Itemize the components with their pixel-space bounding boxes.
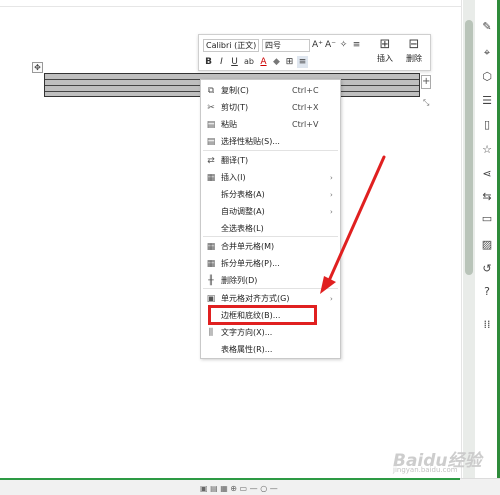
image-icon[interactable]: ▨ (480, 238, 494, 252)
menu-item-shortcut: Ctrl+X (292, 103, 319, 112)
menu-item[interactable]: ⧉ 复制(C) Ctrl+C (201, 82, 340, 99)
status-controls[interactable]: ▣ ▤ ▦ ⊕ ▭ — ○ — (200, 484, 278, 493)
pen-icon[interactable]: ✎ (480, 20, 494, 34)
menu-item-label: 拆分表格(A) (221, 190, 265, 199)
menu-item-label: 插入(I) (221, 173, 246, 182)
resize-icon[interactable]: ⤡ (423, 98, 432, 107)
grid-icon[interactable]: ⁞⁞ (480, 318, 494, 332)
copy-icon: ⧉ (207, 85, 215, 96)
menu-separator (203, 288, 338, 289)
submenu-arrow-icon: › (330, 294, 333, 303)
annotation-highlight-box (208, 305, 317, 325)
italic-icon[interactable]: I (216, 56, 227, 68)
menu-item-shortcut: Ctrl+C (292, 86, 319, 95)
paste-icon: ▤ (206, 119, 216, 130)
menu-item-label: 复制(C) (221, 86, 249, 95)
menu-item[interactable]: ✂ 剪切(T) Ctrl+X (201, 99, 340, 116)
watermark-url: jingyan.baidu.com (393, 466, 458, 474)
submenu-arrow-icon: › (330, 190, 333, 199)
doc-icon[interactable]: ▯ (480, 118, 494, 132)
font-size-select[interactable]: 四号 (262, 38, 310, 52)
menu-item-label: 剪切(T) (221, 103, 249, 112)
delete-label: 删除 (406, 54, 422, 63)
menu-item[interactable]: ⇄ 翻译(T) (201, 152, 340, 169)
archive-icon[interactable]: ▭ (480, 212, 494, 226)
menu-item[interactable]: 拆分表格(A) › (201, 186, 340, 203)
menu-item-label: 选择性粘贴(S)... (221, 137, 280, 146)
compare-icon[interactable]: ⇆ (480, 190, 494, 204)
toolbar-row-font: Calibri (正文) 四号 A⁺ A⁻ ✧ ≡ (203, 38, 362, 52)
menu-item-label: 删除列(D) (221, 276, 258, 285)
star-icon[interactable]: ☆ (480, 143, 494, 157)
menu-item-label: 自动调整(A) (221, 207, 265, 216)
submenu-arrow-icon: › (330, 207, 333, 216)
menu-item-label: 翻译(T) (221, 156, 249, 165)
shapes-icon[interactable]: ⬡ (480, 70, 494, 84)
grow-font-icon[interactable]: A⁺ (312, 39, 323, 51)
insert-button[interactable]: ⊞ 插入 (371, 37, 399, 70)
menu-separator (203, 236, 338, 237)
format-painter-icon[interactable]: ✧ (338, 39, 349, 51)
history-icon[interactable]: ↺ (480, 262, 494, 276)
help-icon[interactable]: ? (480, 285, 494, 299)
delete-column-icon: ╫ (208, 275, 214, 286)
translate-icon: ⇄ (207, 155, 215, 166)
adjust-icon[interactable]: ☰ (480, 94, 494, 108)
menu-item[interactable]: ⫼ 文字方向(X)... (201, 324, 340, 341)
split-cells-icon: ▦ (206, 258, 216, 269)
menu-item[interactable]: 自动调整(A) › (201, 203, 340, 220)
move-icon[interactable]: ✥ (32, 62, 43, 73)
shading-icon[interactable]: ◆ (271, 56, 282, 68)
toolbar-row-format: B I U ab A ◆ ⊞ ≡ (203, 55, 308, 69)
border-icon[interactable]: ⊞ (284, 56, 295, 68)
menu-item[interactable]: ▤ 粘贴 Ctrl+V (201, 116, 340, 133)
mini-toolbar: Calibri (正文) 四号 A⁺ A⁻ ✧ ≡ B I U ab A ◆ ⊞… (198, 34, 431, 71)
delete-button[interactable]: ⊟ 删除 (400, 37, 428, 70)
menu-item-label: 表格属性(R)... (221, 345, 273, 354)
shrink-font-icon[interactable]: A⁻ (325, 39, 336, 51)
menu-item-shortcut: Ctrl+V (292, 120, 319, 129)
highlight-icon[interactable]: ab (242, 56, 256, 68)
font-color-icon[interactable]: A (258, 56, 269, 68)
submenu-arrow-icon: › (330, 173, 333, 182)
cell-align-icon: ▣ (206, 293, 216, 304)
insert-label: 插入 (377, 54, 393, 63)
page-top-line (0, 6, 462, 7)
share-icon[interactable]: ⋖ (480, 167, 494, 181)
menu-item-label: 拆分单元格(P)... (221, 259, 280, 268)
cut-icon: ✂ (207, 102, 215, 113)
text-direction-icon: ⫼ (208, 327, 214, 338)
menu-item[interactable]: ▦ 合并单元格(M) (201, 238, 340, 255)
menu-separator (203, 150, 338, 151)
menu-item-label: 全选表格(L) (221, 224, 264, 233)
align-icon[interactable]: ≡ (297, 56, 308, 68)
delete-table-icon: ⊟ (408, 37, 420, 52)
menu-item-label: 粘贴 (221, 120, 237, 129)
menu-item[interactable]: ╫ 删除列(D) (201, 272, 340, 289)
add-column-button[interactable]: + (421, 75, 431, 89)
status-accent-line (0, 478, 460, 480)
menu-item[interactable]: ▦ 拆分单元格(P)... (201, 255, 340, 272)
menu-item-label: 文字方向(X)... (221, 328, 273, 337)
paragraph-spacing-icon[interactable]: ≡ (351, 39, 362, 51)
insert-table-icon: ⊞ (379, 37, 391, 52)
bold-icon[interactable]: B (203, 56, 214, 68)
menu-item[interactable]: ▤ 选择性粘贴(S)... (201, 133, 340, 150)
insert-icon: ▦ (206, 172, 216, 183)
menu-item[interactable]: 表格属性(R)... (201, 341, 340, 358)
menu-item-label: 单元格对齐方式(G) (221, 294, 290, 303)
paste-special-icon: ▤ (206, 136, 216, 147)
underline-icon[interactable]: U (229, 56, 240, 68)
font-name-select[interactable]: Calibri (正文) (203, 38, 259, 52)
merge-cells-icon: ▦ (206, 241, 216, 252)
scrollbar-thumb[interactable] (465, 20, 473, 275)
right-sidebar: ✎ ⌖ ⬡ ☰ ▯ ☆ ⋖ ⇆ ▭ ▨ ↺? ⁞⁞ (476, 0, 497, 478)
menu-item-label: 合并单元格(M) (221, 242, 275, 251)
menu-item[interactable]: ▦ 插入(I) › (201, 169, 340, 186)
select-icon[interactable]: ⌖ (480, 46, 494, 60)
menu-item[interactable]: 全选表格(L) (201, 220, 340, 237)
